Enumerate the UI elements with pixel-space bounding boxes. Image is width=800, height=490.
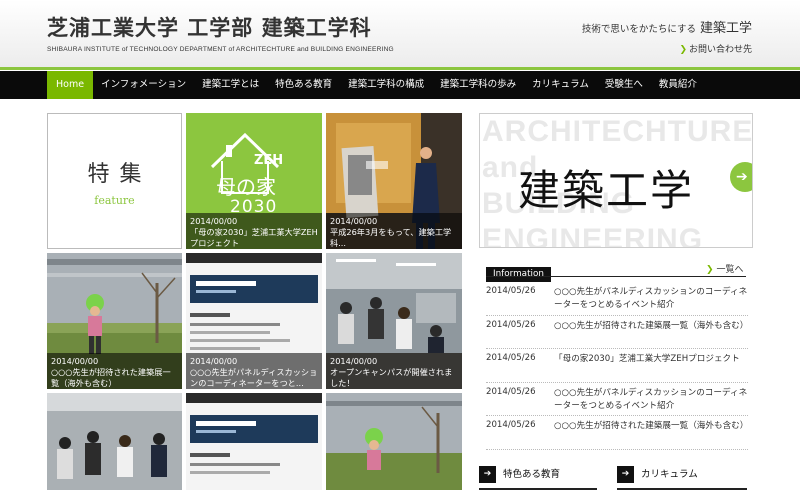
education-button-label: 特色ある教育	[503, 469, 561, 480]
tile-caption: 2014/00/00 オープンキャンパスが開催されました！	[326, 353, 462, 389]
tile-text: オープンキャンパスが開催されました！	[330, 367, 453, 388]
info-text[interactable]: ○○○先生が招待された建築展一覧（海外も含む）	[554, 320, 748, 349]
info-date: 2014/05/26	[486, 286, 536, 296]
classroom-photo	[47, 393, 182, 490]
info-text[interactable]: ○○○先生がパネルディスカッションのコーディネーターをつとめるイベント紹介	[554, 286, 748, 315]
tagline-large: 建築工学	[699, 21, 752, 36]
tile-text: 「母の家2030」芝浦工業大学ZEHプロジェクト	[190, 227, 318, 248]
tile-date: 2014/00/00	[330, 216, 378, 226]
chevron-right-icon: ❯	[679, 45, 687, 55]
tagline: 技術で思いをかたちにする 建築工学	[582, 17, 752, 36]
curriculum-button-label: カリキュラム	[641, 469, 698, 480]
nav-item-faculty[interactable]: 教員紹介	[651, 71, 705, 99]
tile-text: ○○○先生が招待された建築展一覧（海外も含む）	[51, 367, 171, 388]
site-subtitle: SHIBAURA INSTITUTE of TECHNOLOGY DEPARTM…	[47, 46, 394, 53]
nav-item-curriculum[interactable]: カリキュラム	[524, 71, 597, 99]
info-more-label: 一覧へ	[716, 265, 744, 275]
tile-date: 2014/00/00	[190, 356, 238, 366]
news-tile-exhibition[interactable]: 2014/00/00 ○○○先生が招待された建築展一覧（海外も含む）	[47, 253, 182, 389]
info-text[interactable]: ○○○先生がパネルディスカッションのコーディネーターをつとめるイベント紹介	[554, 387, 748, 416]
info-date: 2014/05/26	[486, 353, 536, 363]
list-item[interactable]: 2014/05/26 ○○○先生がパネルディスカッションのコーディネーターをつと…	[486, 383, 748, 416]
info-list: 2014/05/26 ○○○先生がパネルディスカッションのコーディネーターをつと…	[486, 282, 748, 450]
tile-text: ○○○先生がパネルディスカッションのコーディネーターをつと...	[190, 367, 318, 388]
tile-text: 平成26年3月をもって、建築工学科...	[330, 227, 452, 248]
contact-link[interactable]: ❯ お問い合わせ先	[679, 42, 752, 55]
news-tile-open-campus[interactable]: 2014/00/00 オープンキャンパスが開催されました！	[326, 253, 462, 389]
site-header: 芝浦工業大学 工学部 建築工学科 SHIBAURA INSTITUTE of T…	[0, 0, 800, 70]
news-tile-classroom[interactable]	[47, 393, 182, 490]
tile-caption: 2014/00/00 ○○○先生が招待された建築展一覧（海外も含む）	[47, 353, 182, 389]
main-nav: Home インフォメーション 建築工学とは 特色ある教育 建築工学科の構成 建築…	[0, 71, 800, 99]
info-text[interactable]: ○○○先生が招待された建築展一覧（海外も含む）	[554, 420, 748, 449]
website-thumbnail	[186, 393, 322, 490]
arrow-right-icon[interactable]: ➔	[730, 162, 752, 192]
nav-item-education[interactable]: 特色ある教育	[267, 71, 340, 99]
arrow-right-icon: ➔	[617, 466, 634, 483]
nav-item-applicants[interactable]: 受験生へ	[597, 71, 651, 99]
info-text[interactable]: 「母の家2030」芝浦工業大学ZEHプロジェクト	[554, 353, 740, 382]
news-tile-forum[interactable]	[186, 393, 322, 490]
tile-date: 2014/00/00	[190, 216, 238, 226]
lawn-photo	[326, 393, 462, 490]
tile-caption: 2014/00/00 平成26年3月をもって、建築工学科...	[326, 213, 462, 249]
feature-title: 特集	[87, 162, 152, 187]
zeh-name: 母の家	[216, 175, 276, 199]
news-tile-panel[interactable]: 2014/00/00 ○○○先生がパネルディスカッションのコーディネーターをつと…	[186, 253, 322, 389]
tile-date: 2014/00/00	[330, 356, 378, 366]
info-header: Information	[486, 261, 551, 282]
news-tile-lawn[interactable]	[326, 393, 462, 490]
nav-item-history[interactable]: 建築工学科の歩み	[432, 71, 524, 99]
tile-caption: 2014/00/00 ○○○先生がパネルディスカッションのコーディネーターをつと…	[186, 353, 322, 389]
info-date: 2014/05/26	[486, 420, 536, 430]
divider	[486, 276, 746, 277]
chevron-right-icon: ❯	[706, 265, 714, 275]
tile-date: 2014/00/00	[51, 356, 99, 366]
list-item[interactable]: 2014/05/26 ○○○先生が招待された建築展一覧（海外も含む）	[486, 416, 748, 450]
tile-caption: 2014/00/00 「母の家2030」芝浦工業大学ZEHプロジェクト	[186, 213, 322, 249]
info-date: 2014/05/26	[486, 386, 536, 397]
list-item[interactable]: 2014/05/26 ○○○先生がパネルディスカッションのコーディネーターをつと…	[486, 282, 748, 316]
info-more-link[interactable]: ❯ 一覧へ	[706, 262, 744, 275]
site-title[interactable]: 芝浦工業大学 工学部 建築工学科	[47, 12, 372, 42]
info-label: Information	[486, 267, 551, 282]
list-item[interactable]: 2014/05/26 「母の家2030」芝浦工業大学ZEHプロジェクト	[486, 349, 748, 383]
curriculum-button[interactable]: ➔ カリキュラム	[617, 465, 747, 490]
zeh-label: ZEH	[254, 153, 284, 168]
banner-title: 建築工学	[518, 166, 695, 215]
contact-link-label: お問い合わせ先	[688, 45, 752, 55]
department-banner[interactable]: ARCHITECHTURE and BUILDING ENGINEERING 建…	[479, 113, 753, 248]
feature-tile[interactable]: 特集 feature	[47, 113, 182, 249]
nav-item-home[interactable]: Home	[47, 71, 94, 99]
education-button[interactable]: ➔ 特色ある教育	[479, 465, 597, 490]
news-tile-lecture[interactable]: 2014/00/00 平成26年3月をもって、建築工学科...	[326, 113, 462, 249]
arrow-right-icon: ➔	[479, 466, 496, 483]
feature-subtitle: feature	[94, 194, 135, 207]
tagline-small: 技術で思いをかたちにする	[581, 24, 696, 35]
nav-item-about[interactable]: 建築工学とは	[194, 71, 267, 99]
nav-item-information[interactable]: インフォメーション	[93, 71, 194, 99]
news-tile-zeh[interactable]: ZEH 母の家 2030 2014/00/00 「母の家2030」芝浦工業大学Z…	[186, 113, 322, 249]
info-date: 2014/05/26	[486, 319, 536, 330]
nav-item-structure[interactable]: 建築工学科の構成	[340, 71, 432, 99]
list-item[interactable]: 2014/05/26 ○○○先生が招待された建築展一覧（海外も含む）	[486, 316, 748, 349]
